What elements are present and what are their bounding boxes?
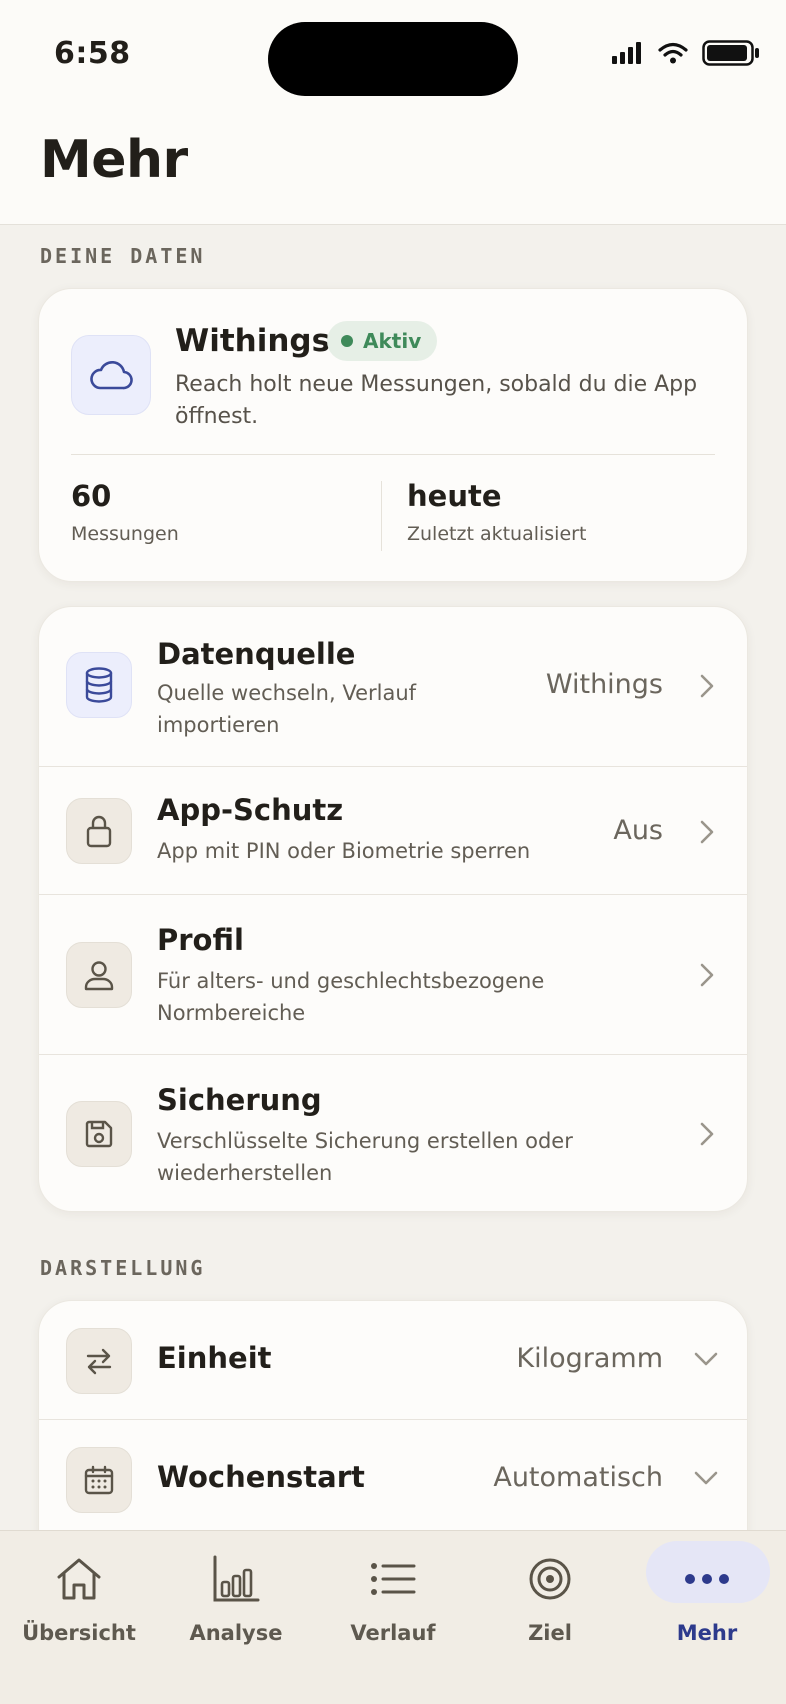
section-label-data: DEINE DATEN — [40, 244, 206, 268]
page-title: Mehr — [40, 130, 188, 190]
database-icon-tile — [66, 652, 132, 718]
settings-row-title: App-Schutz — [157, 793, 344, 827]
swap-arrows-icon-tile — [66, 1328, 132, 1394]
target-icon — [529, 1558, 571, 1600]
tab-analysis[interactable]: Analyse — [161, 1549, 311, 1645]
home-icon — [57, 1558, 101, 1600]
tab-history[interactable]: Verlauf — [318, 1549, 468, 1645]
status-dot-icon — [341, 335, 353, 347]
chevron-right-icon — [700, 674, 714, 698]
settings-row-subtitle: Quelle wechseln, Verlauf importieren — [157, 681, 417, 737]
tab-overview[interactable]: Übersicht — [4, 1549, 154, 1645]
stat-updated: heute Zuletzt aktualisiert — [407, 479, 586, 545]
swap-arrows-icon — [86, 1348, 112, 1375]
settings-row-title: Sicherung — [157, 1083, 322, 1117]
chevron-down-icon — [694, 1352, 718, 1366]
settings-row-subtitle: Verschlüsselte Sicherung erstellen oder … — [157, 1129, 573, 1185]
divider — [71, 454, 715, 455]
tab-goal[interactable]: Ziel — [475, 1549, 625, 1645]
settings-row-value: Aus — [613, 815, 663, 846]
signal-icon — [612, 42, 641, 64]
lock-icon — [86, 815, 112, 848]
cloud-icon-tile — [71, 335, 151, 415]
dynamic-island — [268, 22, 518, 96]
cloud-icon — [90, 360, 133, 390]
status-icons — [612, 40, 760, 66]
tab-label: Übersicht — [22, 1621, 136, 1645]
settings-row-unit[interactable]: Einheit Kilogramm — [39, 1301, 747, 1420]
status-time: 6:58 — [54, 36, 131, 71]
status-badge: Aktiv — [327, 321, 438, 361]
tab-label: Analyse — [189, 1621, 283, 1645]
calendar-icon — [84, 1465, 114, 1495]
status-badge-label: Aktiv — [363, 329, 422, 353]
settings-row-datasource[interactable]: Datenquelle Quelle wechseln, Verlauf imp… — [39, 607, 747, 767]
settings-row-title: Wochenstart — [157, 1460, 365, 1494]
save-icon-tile — [66, 1101, 132, 1167]
stat-measurements-value: 60 — [71, 479, 112, 513]
week-start-select-value[interactable]: Automatisch — [493, 1462, 663, 1493]
settings-row-subtitle: Für alters- und geschlechtsbezogene Norm… — [157, 969, 545, 1025]
divider — [381, 481, 382, 551]
tab-more[interactable]: Mehr — [632, 1549, 782, 1645]
database-icon — [85, 667, 113, 703]
tab-label: Ziel — [528, 1621, 572, 1645]
tab-label: Verlauf — [350, 1621, 436, 1645]
section-label-display: DARSTELLUNG — [40, 1256, 206, 1280]
settings-row-title: Datenquelle — [157, 637, 356, 671]
settings-row-title: Profil — [157, 923, 244, 957]
unit-select-value[interactable]: Kilogramm — [516, 1343, 663, 1374]
withings-card: Withings Aktiv Reach holt neue Messungen… — [38, 288, 748, 582]
settings-row-profile[interactable]: Profil Für alters- und geschlechtsbezoge… — [39, 895, 747, 1055]
settings-row-subtitle: App mit PIN oder Biometrie sperren — [157, 839, 531, 863]
tab-label: Mehr — [676, 1621, 738, 1645]
settings-row-backup[interactable]: Sicherung Verschlüsselte Sicherung erste… — [39, 1055, 747, 1211]
lock-icon-tile — [66, 798, 132, 864]
stat-updated-label: Zuletzt aktualisiert — [407, 523, 587, 545]
settings-row-app-lock[interactable]: App-Schutz App mit PIN oder Biometrie sp… — [39, 767, 747, 895]
stat-measurements-label: Messungen — [71, 523, 179, 545]
settings-card: Datenquelle Quelle wechseln, Verlauf imp… — [38, 606, 748, 1212]
user-icon-tile — [66, 942, 132, 1008]
settings-row-value: Withings — [545, 669, 663, 700]
user-icon — [84, 961, 114, 991]
chevron-right-icon — [700, 1122, 714, 1146]
withings-description: Reach holt neue Messungen, sobald du die… — [175, 372, 698, 429]
display-card: Einheit Kilogramm Wochenstart Automatisc… — [38, 1300, 748, 1560]
more-dots-icon — [685, 1574, 729, 1584]
settings-row-title: Einheit — [157, 1341, 272, 1375]
chevron-right-icon — [700, 963, 714, 987]
calendar-icon-tile — [66, 1447, 132, 1513]
tab-bar: Übersicht Analyse Verlauf Ziel Mehr — [0, 1530, 786, 1704]
stat-measurements: 60 Messungen — [71, 479, 179, 545]
stat-updated-value: heute — [407, 479, 502, 513]
chevron-down-icon — [694, 1471, 718, 1485]
list-icon — [371, 1563, 416, 1595]
wifi-icon — [658, 42, 688, 64]
bar-chart-icon — [213, 1555, 260, 1602]
battery-icon — [702, 40, 759, 66]
save-icon — [85, 1120, 113, 1148]
withings-title: Withings — [175, 323, 331, 359]
chevron-right-icon — [700, 820, 714, 844]
header-bar: 6:58 Mehr — [0, 0, 786, 225]
